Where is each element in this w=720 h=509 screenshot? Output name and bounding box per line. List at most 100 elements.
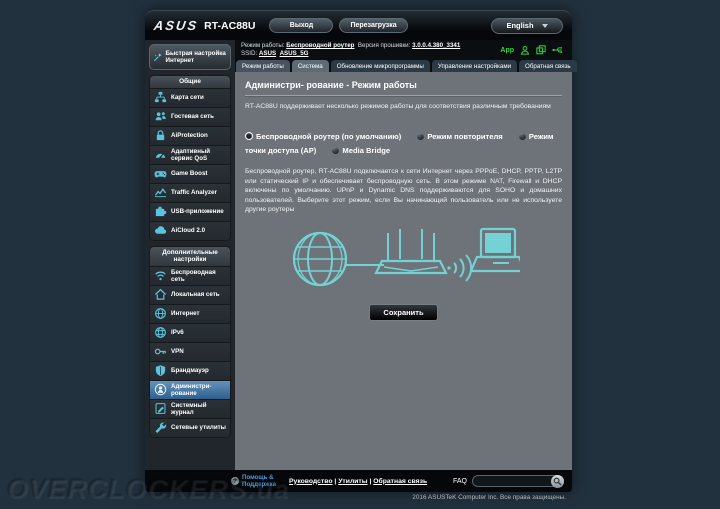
sidebar-item-label: Сетевые утилиты — [171, 424, 226, 431]
sidebar-item-game-boost[interactable]: Game Boost — [150, 163, 230, 183]
manual-link[interactable]: Руководство — [289, 478, 333, 485]
sidebar-item-network-tools[interactable]: Сетевые утилиты — [150, 417, 230, 437]
operation-mode-link[interactable]: Беспроводной роутер — [286, 42, 354, 49]
asus-logo: ASUS — [152, 18, 200, 33]
sidebar-item-aiprotection[interactable]: AiProtection — [150, 125, 230, 145]
radio-icon — [417, 133, 425, 140]
sidebar-item-wireless[interactable]: Беспроводная сеть — [150, 265, 230, 285]
separator: | — [369, 477, 372, 485]
sidebar-item-ipv6[interactable]: IPv6 — [150, 322, 230, 342]
page-title: Администри- рование - Режим работы — [245, 80, 562, 96]
sidebar-item-aicloud[interactable]: AiCloud 2.0 — [150, 220, 230, 240]
radio-wireless-router[interactable]: Беспроводной роутер (по умолчанию) — [245, 132, 401, 141]
wifi-icon — [155, 271, 166, 281]
sidebar-item-label: Game Boost — [171, 170, 208, 177]
sidebar-item-firewall[interactable]: Брандмауэр — [150, 360, 230, 380]
status-line-mode: Режим работы: Беспроводной роутер Версия… — [241, 42, 461, 49]
sidebar-item-network-map[interactable]: Карта сети — [150, 87, 230, 107]
sidebar-item-quick-setup[interactable]: Быстрая настройка Интернет — [149, 44, 231, 70]
radio-icon — [332, 147, 340, 154]
sidebar-item-label: VPN — [171, 348, 184, 355]
status-line-ssid: SSID: ASUS ASUS_5G — [241, 50, 309, 57]
sidebar-item-label: USB-приложение — [171, 208, 224, 215]
cloud-icon — [155, 226, 167, 234]
faq-label: FAQ — [452, 477, 467, 485]
watermark: OVERCLOCKERS.ua — [7, 474, 290, 504]
magnifier-icon — [553, 477, 562, 486]
client-status-icon[interactable] — [520, 45, 530, 55]
key-icon — [154, 348, 166, 355]
usb-icon[interactable] — [552, 45, 564, 55]
puzzle-icon — [155, 206, 167, 217]
sidebar-item-label: IPv6 — [171, 329, 184, 336]
mode-description: Беспроводной роутер, RT-AC88U подключает… — [245, 168, 562, 214]
sidebar-item-guest-network[interactable]: Гостевая сеть — [150, 106, 230, 126]
router-admin-window: ASUS RT-AC88U Выход Перезагрузка English… — [145, 10, 577, 492]
sidebar-item-label: Гостевая сеть — [171, 113, 214, 120]
save-button[interactable]: Сохранить — [369, 303, 438, 321]
group-title: Общие — [150, 76, 230, 88]
sidebar-item-label: Администри- рование — [171, 382, 212, 397]
ssid-5-link[interactable]: ASUS_5G — [280, 50, 309, 57]
sidebar-item-label: Карта сети — [171, 94, 204, 101]
sidebar-item-label: Локальная сеть — [171, 291, 220, 298]
lock-icon — [156, 130, 165, 141]
sidebar-item-traffic-analyzer[interactable]: Traffic Analyzer — [150, 182, 230, 202]
globe-icon — [155, 308, 166, 319]
page-subtitle: RT-AC88U поддерживает несколько режимов … — [245, 103, 551, 110]
sidebar-item-usb-application[interactable]: USB-приложение — [150, 201, 230, 221]
sidebar-item-vpn[interactable]: VPN — [150, 341, 230, 361]
sidebar-item-label: Адаптивный сервис QoS — [171, 147, 211, 162]
status-bar: Режим работы: Беспроводной роутер Версия… — [235, 40, 572, 58]
radio-repeater-mode[interactable]: Режим повторителя — [417, 132, 503, 141]
reboot-button[interactable]: Перезагрузка — [339, 18, 408, 33]
chart-icon — [154, 188, 167, 198]
sidebar-item-administration[interactable]: Администри- рование — [150, 379, 230, 399]
log-icon — [155, 403, 166, 414]
wrench-icon — [155, 422, 167, 433]
sidebar-item-label: AiProtection — [171, 132, 208, 139]
home-icon — [154, 288, 167, 300]
tab-operation-mode[interactable]: Режим работы — [236, 60, 290, 72]
sitemap-icon — [154, 91, 167, 103]
tab-firmware-upgrade[interactable]: Обновление микропрограммы — [330, 60, 430, 72]
sidebar-item-qos[interactable]: Адаптивный сервис QoS — [150, 144, 230, 164]
language-value: English — [506, 21, 534, 30]
sidebar-item-lan[interactable]: Локальная сеть — [150, 284, 230, 304]
radio-media-bridge[interactable]: Media Bridge — [332, 146, 390, 155]
feedback-link[interactable]: Обратная связь — [373, 478, 427, 485]
sidebar-group-advanced: Дополнительные настройки Беспроводная се… — [149, 245, 231, 438]
sidebar-item-system-log[interactable]: Системный журнал — [150, 398, 230, 418]
tab-bar: Режим работы Система Обновление микропро… — [235, 58, 577, 72]
model-label: RT-AC88U — [204, 19, 256, 32]
search-button[interactable] — [551, 474, 564, 488]
sidebar-item-label: Брандмауэр — [171, 367, 209, 374]
shield-icon — [155, 365, 166, 377]
app-link[interactable]: App — [500, 47, 514, 54]
sidebar-item-label: Интернет — [171, 310, 200, 317]
operation-mode-options: Беспроводной роутер (по умолчанию) Режим… — [245, 130, 562, 158]
guest-windows-icon[interactable] — [536, 45, 546, 55]
tab-system[interactable]: Система — [291, 60, 329, 72]
desktop-background: { "window": { "brand": "ASUS", "model": … — [0, 0, 720, 509]
globe-router-laptop-diagram — [292, 227, 527, 287]
sidebar-item-label: Беспроводная сеть — [171, 268, 216, 283]
radio-icon — [518, 133, 526, 140]
sidebar-item-label: AiCloud 2.0 — [171, 227, 206, 234]
radio-selected-icon — [245, 132, 253, 140]
firmware-version-link[interactable]: 3.0.0.4.380_3341 — [412, 42, 460, 49]
ssid-24-link[interactable]: ASUS — [259, 50, 276, 57]
globe6-icon — [155, 327, 166, 338]
utilities-link[interactable]: Утилиты — [338, 478, 367, 485]
logout-button[interactable]: Выход — [269, 18, 334, 33]
sidebar-item-label: Traffic Analyzer — [171, 189, 217, 196]
admin-person-icon — [154, 383, 167, 396]
sidebar-item-wan[interactable]: Интернет — [150, 303, 230, 323]
language-dropdown[interactable]: English — [491, 17, 563, 34]
group-title: Дополнительные настройки — [150, 246, 230, 266]
tab-feedback[interactable]: Обратная связь — [519, 60, 577, 72]
network-illustration — [245, 221, 562, 298]
tab-settings-management[interactable]: Управление настройками — [431, 60, 518, 72]
chevron-down-icon — [541, 23, 548, 28]
gauge-icon — [155, 153, 166, 159]
